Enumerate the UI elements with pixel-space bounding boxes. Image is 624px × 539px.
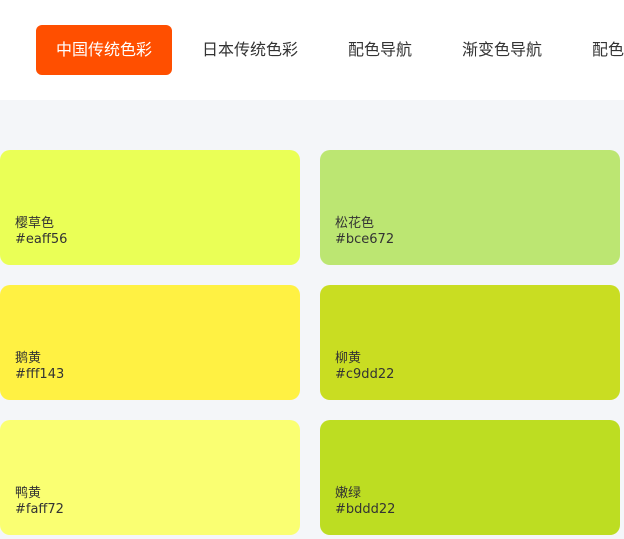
color-hex: #bddd22 — [335, 502, 396, 517]
nav-tab-gradient-nav[interactable]: 渐变色导航 — [462, 25, 542, 75]
color-card[interactable]: 樱草色 #eaff56 — [0, 150, 300, 265]
color-card[interactable]: 松花色 #bce672 — [320, 150, 620, 265]
color-name: 鸭黄 — [15, 486, 42, 501]
color-card[interactable]: 柳黄 #c9dd22 — [320, 285, 620, 400]
nav-tab-chinese-colors[interactable]: 中国传统色彩 — [36, 25, 173, 75]
color-hex: #bce672 — [335, 232, 395, 247]
nav-tab-color-scheme-nav[interactable]: 配色导航 — [348, 25, 412, 75]
color-name: 嫩绿 — [335, 486, 362, 501]
color-name: 樱草色 — [15, 216, 55, 231]
nav-tab-color-scheme[interactable]: 配色 — [592, 25, 624, 75]
color-card[interactable]: 鸭黄 #faff72 — [0, 420, 300, 535]
nav-tab-japanese-colors[interactable]: 日本传统色彩 — [202, 25, 298, 75]
color-name: 松花色 — [335, 216, 375, 231]
top-nav: 中国传统色彩 日本传统色彩 配色导航 渐变色导航 配色 — [0, 0, 624, 100]
color-hex: #eaff56 — [15, 232, 68, 247]
color-hex: #faff72 — [15, 502, 64, 517]
color-hex: #c9dd22 — [335, 367, 395, 382]
color-grid: 樱草色 #eaff56 松花色 #bce672 鹅黄 #fff143 柳黄 #c… — [0, 100, 624, 539]
color-hex: #fff143 — [15, 367, 65, 382]
color-card[interactable]: 嫩绿 #bddd22 — [320, 420, 620, 535]
color-name: 柳黄 — [335, 351, 362, 366]
color-name: 鹅黄 — [15, 351, 42, 366]
color-card[interactable]: 鹅黄 #fff143 — [0, 285, 300, 400]
